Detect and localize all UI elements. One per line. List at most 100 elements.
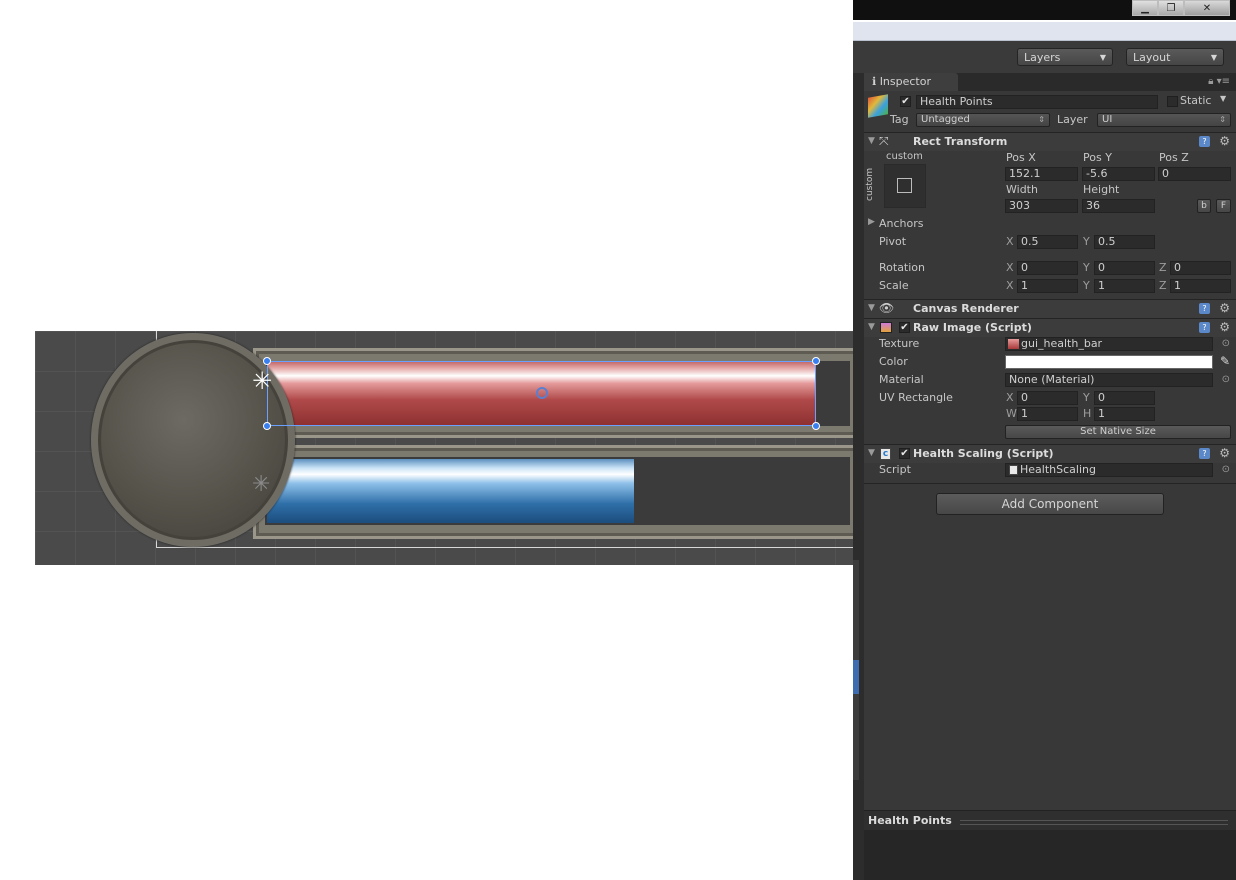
scale-y-field[interactable]: 1: [1094, 279, 1155, 293]
pos-z-label: Pos Z: [1159, 151, 1189, 164]
preview-title: Health Points: [868, 814, 952, 827]
object-name-field[interactable]: Health Points: [916, 95, 1158, 109]
blueprint-mode-button[interactable]: b: [1197, 199, 1211, 213]
raw-image-enabled-checkbox[interactable]: ✔: [899, 322, 910, 333]
rotation-z-field[interactable]: 0: [1170, 261, 1231, 275]
active-checkbox[interactable]: ✔: [900, 96, 911, 107]
color-field[interactable]: [1005, 355, 1213, 369]
texture-field[interactable]: gui_health_bar: [1005, 337, 1213, 351]
foldout-arrow-icon[interactable]: ▼: [868, 136, 875, 146]
restore-icon[interactable]: ❐: [1158, 0, 1184, 16]
pivot-y-field[interactable]: 0.5: [1094, 235, 1155, 249]
preview-drag-handle[interactable]: [960, 820, 1228, 825]
gear-icon[interactable]: ⚙: [1219, 301, 1230, 315]
pos-z-field[interactable]: 0: [1158, 167, 1231, 181]
health-scaling-header[interactable]: ▼ c ✔ Health Scaling (Script) ? ⚙: [864, 444, 1236, 463]
height-field[interactable]: 36: [1082, 199, 1155, 213]
rotation-label: Rotation: [879, 261, 926, 274]
resize-handle-bottom-left[interactable]: [263, 422, 271, 430]
raw-image-header[interactable]: ▼ ✔ Raw Image (Script) ? ⚙: [864, 318, 1236, 337]
static-dropdown-icon[interactable]: ▼: [1220, 94, 1226, 103]
uv-x-field[interactable]: 0: [1017, 391, 1078, 405]
rotation-x-label: X: [1006, 261, 1014, 274]
width-field[interactable]: 303: [1005, 199, 1078, 213]
pivot-x-field[interactable]: 0.5: [1017, 235, 1078, 249]
material-field[interactable]: None (Material): [1005, 373, 1213, 387]
object-picker-icon[interactable]: ⊙: [1222, 338, 1230, 349]
pos-y-field[interactable]: -5.6: [1082, 167, 1155, 181]
scale-z-field[interactable]: 1: [1170, 279, 1231, 293]
lock-icon[interactable]: 🔒︎ ▾≡: [1208, 76, 1230, 87]
health-scaling-body: Script HealthScaling ⊙: [864, 463, 1236, 481]
pos-y-label: Pos Y: [1083, 151, 1112, 164]
layout-dropdown[interactable]: Layout ▼: [1126, 48, 1224, 66]
script-field[interactable]: HealthScaling: [1005, 463, 1213, 477]
title-bar: ▁ ❐ ✕: [853, 0, 1236, 20]
layer-dropdown[interactable]: UI ⇕: [1097, 113, 1231, 127]
gear-icon[interactable]: ⚙: [1219, 320, 1230, 334]
layers-dropdown[interactable]: Layers ▼: [1017, 48, 1113, 66]
resize-handle-top-right[interactable]: [812, 357, 820, 365]
uv-rect-label: UV Rectangle: [879, 391, 953, 404]
help-icon[interactable]: ?: [1199, 322, 1210, 333]
raw-edit-button[interactable]: F: [1216, 199, 1231, 213]
rotation-x-field[interactable]: 0: [1017, 261, 1078, 275]
inspector-panel: ℹ Inspector 🔒︎ ▾≡ ✔ Health Points Static…: [864, 73, 1236, 880]
anchor-preset-label: custom: [886, 151, 923, 162]
uv-w-field[interactable]: 1: [1017, 407, 1078, 421]
gameobject-header: ✔ Health Points Static ▼ Tag Untagged ⇕ …: [864, 93, 1236, 129]
rotation-y-field[interactable]: 0: [1094, 261, 1155, 275]
layer-value: UI: [1102, 114, 1113, 125]
scene-view[interactable]: ✳ ✳: [35, 331, 853, 565]
health-scaling-title: Health Scaling (Script): [913, 447, 1054, 460]
set-native-size-button[interactable]: Set Native Size: [1005, 425, 1231, 439]
add-component-button[interactable]: Add Component: [936, 493, 1164, 515]
resize-handle-top-left[interactable]: [263, 357, 271, 365]
color-label: Color: [879, 355, 908, 368]
gear-icon[interactable]: ⚙: [1219, 446, 1230, 460]
dropdown-arrow-icon: ⇕: [1038, 115, 1045, 124]
anchor-icon-secondary: ✳: [252, 472, 271, 497]
editor-side-strip-highlight: [853, 660, 859, 694]
anchors-foldout-icon[interactable]: ▶: [868, 217, 875, 227]
menu-strip: [853, 22, 1236, 41]
foldout-arrow-icon[interactable]: ▼: [868, 303, 875, 313]
anchor-icon[interactable]: ✳: [252, 369, 272, 393]
portrait-stone-disc: [91, 333, 295, 547]
close-icon[interactable]: ✕: [1184, 0, 1230, 16]
mana-bar-fill[interactable]: [267, 459, 634, 523]
health-scaling-enabled-checkbox[interactable]: ✔: [899, 448, 910, 459]
anchors-label[interactable]: Anchors: [879, 217, 924, 230]
texture-label: Texture: [879, 337, 920, 350]
object-picker-icon[interactable]: ⊙: [1222, 464, 1230, 475]
preview-header[interactable]: Health Points: [864, 810, 1236, 831]
gear-icon[interactable]: ⚙: [1219, 134, 1230, 148]
uv-w-label: W: [1006, 407, 1017, 420]
foldout-arrow-icon[interactable]: ▼: [868, 322, 875, 332]
uv-h-field[interactable]: 1: [1094, 407, 1155, 421]
tag-dropdown[interactable]: Untagged ⇕: [916, 113, 1050, 127]
minimize-icon[interactable]: ▁: [1132, 0, 1158, 16]
canvas-renderer-title: Canvas Renderer: [913, 302, 1019, 315]
eyedropper-icon[interactable]: ✎: [1220, 354, 1230, 368]
resize-handle-bottom-right[interactable]: [812, 422, 820, 430]
uv-h-label: H: [1083, 407, 1092, 420]
help-icon[interactable]: ?: [1199, 448, 1210, 459]
scale-x-label: X: [1006, 279, 1014, 292]
help-icon[interactable]: ?: [1199, 136, 1210, 147]
object-picker-icon[interactable]: ⊙: [1222, 374, 1230, 385]
scale-x-field[interactable]: 1: [1017, 279, 1078, 293]
rect-transform-header[interactable]: ▼ ⤧ Rect Transform ? ⚙: [864, 132, 1236, 151]
static-checkbox[interactable]: [1167, 96, 1178, 107]
layout-label: Layout: [1133, 51, 1171, 64]
help-icon[interactable]: ?: [1199, 303, 1210, 314]
anchor-presets-button[interactable]: [884, 164, 926, 208]
pos-x-field[interactable]: 152.1: [1005, 167, 1078, 181]
pivot-icon[interactable]: [536, 387, 548, 399]
foldout-arrow-icon[interactable]: ▼: [868, 448, 875, 458]
uv-y-field[interactable]: 0: [1094, 391, 1155, 405]
material-label: Material: [879, 373, 924, 386]
dropdown-arrow-icon: ⇕: [1219, 115, 1226, 124]
tab-inspector[interactable]: ℹ Inspector: [864, 73, 958, 91]
canvas-renderer-header[interactable]: ▼ 👁︎ Canvas Renderer ? ⚙: [864, 299, 1236, 318]
